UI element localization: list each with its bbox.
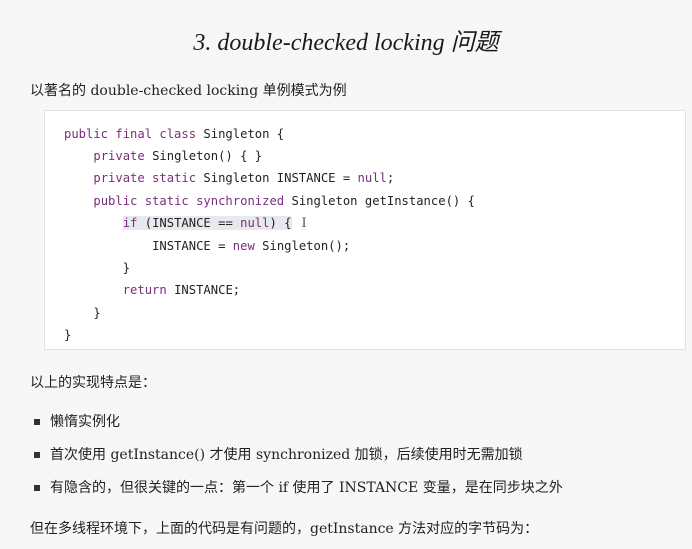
code-line: }	[64, 327, 72, 342]
code-line: private Singleton() { }	[93, 149, 263, 164]
list-item: 首次使用 getInstance() 才使用 synchronized 加锁，后…	[34, 445, 563, 478]
summary-heading: 以上的实现特点是：	[30, 375, 156, 391]
page-title: 3. double-checked locking 问题	[193, 30, 499, 56]
code-line: public final class Singleton {	[64, 127, 285, 141]
code-line: public static synchronized Singleton get…	[93, 193, 475, 208]
bullet-icon	[34, 485, 40, 491]
bullet-text: 有隐含的，但很关键的一点：第一个 if 使用了 INSTANCE 变量，是在同步…	[50, 480, 563, 496]
code-line: }	[122, 261, 131, 276]
code-line: if (INSTANCE == null) {I	[64, 212, 685, 235]
bullet-icon	[34, 419, 40, 425]
code-line: return INSTANCE;	[122, 283, 241, 298]
bullet-text: 懒惰实例化	[50, 414, 120, 430]
bullet-icon	[34, 452, 40, 458]
list-item: 懒惰实例化	[34, 412, 563, 445]
bullet-text: 首次使用 getInstance() 才使用 synchronized 加锁，后…	[50, 447, 523, 463]
code-block[interactable]: public final class Singleton { private S…	[44, 110, 686, 350]
text-cursor-icon: I	[301, 215, 307, 231]
code-line: private static Singleton INSTANCE = null…	[93, 171, 395, 186]
footer-text: 但在多线程环境下，上面的代码是有问题的，getInstance 方法对应的字节码…	[30, 521, 539, 537]
feature-list: 懒惰实例化 首次使用 getInstance() 才使用 synchronize…	[34, 412, 563, 511]
code-line: INSTANCE = new Singleton();	[152, 239, 351, 254]
code-content: public final class Singleton { private S…	[45, 111, 685, 346]
code-line: }	[93, 305, 101, 320]
intro-text: 以著名的 double-checked locking 单例模式为例	[30, 83, 347, 99]
list-item: 有隐含的，但很关键的一点：第一个 if 使用了 INSTANCE 变量，是在同步…	[34, 478, 563, 511]
